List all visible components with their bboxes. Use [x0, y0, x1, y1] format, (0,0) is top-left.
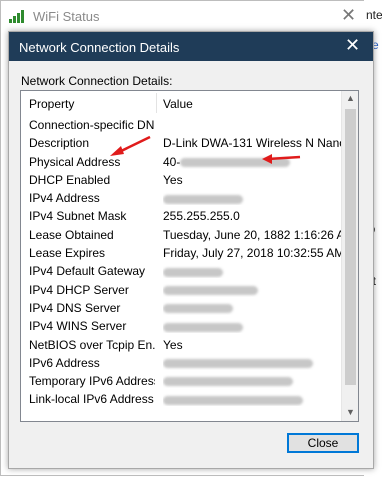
redacted-value [163, 395, 303, 405]
row-value [163, 392, 341, 406]
list-header: Property Value [21, 91, 341, 115]
row-property: IPv4 Address [29, 191, 100, 206]
redacted-value [163, 322, 243, 332]
network-details-dialog: Network Connection Details ✕ Network Con… [8, 31, 374, 469]
table-row[interactable]: DHCP Enabled Yes [21, 170, 341, 188]
row-value-text: 40- [163, 154, 181, 169]
row-value [163, 356, 341, 370]
table-row[interactable]: IPv6 Address [21, 353, 341, 371]
table-row[interactable]: IPv4 DNS Server [21, 298, 341, 316]
row-value-text: Yes [163, 337, 183, 352]
table-row[interactable]: Temporary IPv6 Address [21, 371, 341, 389]
redacted-value [163, 377, 293, 387]
row-property: Physical Address [29, 154, 121, 169]
scroll-down-arrow-icon[interactable]: ▼ [346, 407, 355, 417]
scroll-up-arrow-icon[interactable]: ▲ [346, 93, 355, 103]
row-value: D-Link DWA-131 Wireless N Nano US [163, 136, 341, 150]
background-window-title: WiFi Status [33, 9, 100, 24]
row-property: DHCP Enabled [29, 172, 111, 187]
row-value: Yes [163, 338, 341, 352]
background-close-icon[interactable]: ✕ [341, 5, 356, 26]
row-property: IPv6 Address [29, 355, 100, 370]
column-divider[interactable] [156, 93, 157, 113]
row-value [163, 301, 341, 315]
table-row[interactable]: Description D-Link DWA-131 Wireless N Nan… [21, 133, 341, 151]
column-header-value[interactable]: Value [163, 97, 193, 111]
dialog-close-icon[interactable]: ✕ [345, 35, 360, 56]
redacted-value [163, 286, 258, 295]
table-row[interactable]: IPv4 Subnet Mask 255.255.255.0 [21, 206, 341, 224]
dialog-title: Network Connection Details [19, 40, 180, 55]
row-property: IPv4 Default Gateway [29, 264, 146, 279]
table-row[interactable]: Physical Address 40- [21, 152, 341, 170]
row-property: IPv4 DHCP Server [29, 282, 129, 297]
details-caption: Network Connection Details: [21, 74, 173, 88]
row-value: 40- [163, 155, 341, 169]
row-property: Link-local IPv6 Address [29, 392, 154, 407]
row-property: Description [29, 136, 90, 151]
row-value [163, 264, 341, 278]
row-property: Lease Obtained [29, 227, 114, 242]
table-row[interactable]: IPv4 WINS Server [21, 316, 341, 334]
row-value: 255.255.255.0 [163, 209, 341, 223]
row-property: Connection-specific DN... [29, 118, 155, 132]
row-value [163, 191, 341, 205]
wifi-signal-icon [9, 9, 29, 23]
row-property: IPv4 DNS Server [29, 300, 121, 315]
row-value-text: 255.255.255.0 [163, 209, 240, 224]
row-value-text: D-Link DWA-131 Wireless N Nano US [163, 136, 341, 151]
table-row[interactable]: Lease Expires Friday, July 27, 2018 10:32… [21, 243, 341, 261]
redacted-value [163, 359, 313, 369]
row-value [163, 283, 341, 297]
row-property: IPv4 Subnet Mask [29, 209, 127, 224]
table-row[interactable]: IPv4 Address [21, 188, 341, 206]
row-value [163, 374, 341, 388]
row-value: Tuesday, June 20, 1882 1:16:26 AM [163, 228, 341, 242]
row-value: Friday, July 27, 2018 10:32:55 AM [163, 246, 341, 260]
redacted-value [163, 267, 223, 277]
edge-text: nter [366, 8, 382, 22]
vertical-scrollbar[interactable]: ▲ ▼ [341, 91, 358, 421]
table-row[interactable]: IPv4 DHCP Server [21, 280, 341, 298]
column-header-property[interactable]: Property [29, 97, 74, 111]
redacted-value [180, 157, 291, 167]
scrollbar-thumb[interactable] [345, 109, 356, 385]
table-row[interactable]: Connection-specific DN... [21, 115, 341, 133]
redacted-value [163, 304, 233, 314]
row-property: IPv4 WINS Server [29, 319, 127, 334]
row-value: Yes [163, 173, 341, 187]
row-property: Temporary IPv6 Address [29, 374, 155, 389]
redacted-value [163, 194, 243, 204]
details-rows: Connection-specific DN... Description D-Li… [21, 115, 341, 408]
table-row[interactable]: IPv4 Default Gateway [21, 261, 341, 279]
row-property: NetBIOS over Tcpip En... [29, 337, 155, 352]
details-list-view[interactable]: Property Value Connection-specific DN...… [20, 90, 359, 422]
background-title-bar: WiFi Status ✕ [1, 1, 365, 31]
table-row[interactable]: NetBIOS over Tcpip En... Yes [21, 335, 341, 353]
row-value-text: Friday, July 27, 2018 10:32:55 AM [163, 246, 341, 261]
close-button[interactable]: Close [287, 433, 359, 453]
row-value-text: Tuesday, June 20, 1882 1:16:26 AM [163, 227, 341, 242]
dialog-title-bar: Network Connection Details ✕ [9, 32, 373, 61]
row-value-text: Yes [163, 172, 183, 187]
table-row[interactable]: Lease Obtained Tuesday, June 20, 1882 1:1… [21, 225, 341, 243]
row-property: Lease Expires [29, 246, 106, 261]
row-value [163, 319, 341, 333]
table-row[interactable]: Link-local IPv6 Address [21, 389, 341, 407]
